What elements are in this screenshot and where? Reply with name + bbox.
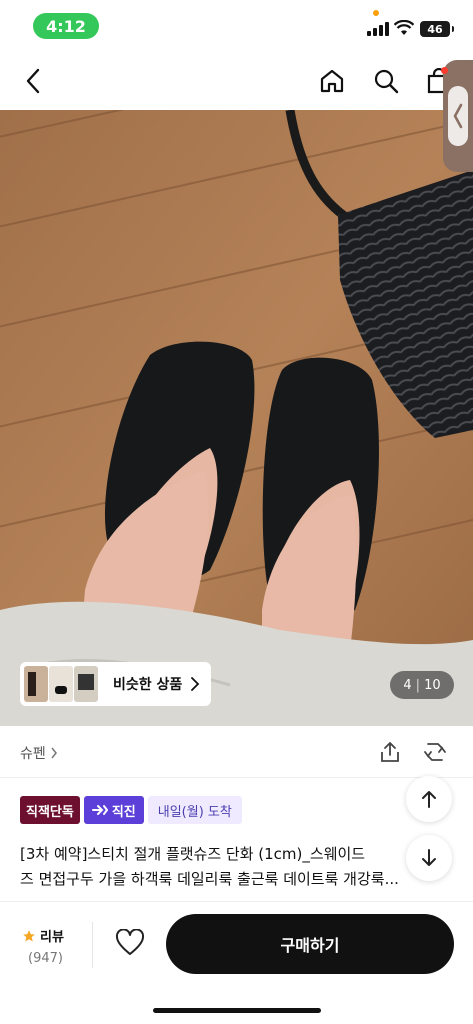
review-summary[interactable]: 리뷰 (947) (22, 926, 82, 966)
divider (92, 922, 93, 968)
review-heading: 리뷰 (22, 926, 82, 945)
star-icon (23, 929, 35, 942)
compare-icon[interactable] (422, 740, 448, 764)
wifi-icon (394, 20, 414, 35)
privacy-indicator-dot (373, 10, 379, 16)
review-count: (947) (28, 951, 63, 966)
signal-icon (367, 22, 389, 36)
similar-products-label: 비슷한 상품 (113, 677, 183, 693)
heart-icon[interactable] (115, 929, 145, 957)
arrow-down-icon (422, 849, 436, 866)
direct-shipping-label: 직진 (111, 804, 136, 820)
side-drawer-handle[interactable] (443, 60, 473, 172)
top-nav-bar (0, 52, 473, 110)
scroll-down-button[interactable] (406, 835, 452, 881)
exclusive-badge: 직잭단독 (20, 796, 80, 824)
delivery-date-badge: 내일(월) 도착 (147, 796, 242, 824)
similar-product-thumbnail (74, 666, 98, 702)
brand-link[interactable]: 슈펜 (20, 743, 58, 763)
bottom-action-bar: 리뷰 (947) 구매하기 (0, 901, 473, 1024)
page-separator: | (415, 677, 421, 693)
direct-shipping-badge: 직진 (83, 796, 144, 824)
share-icon[interactable] (378, 740, 402, 764)
current-page: 4 (403, 677, 412, 693)
badge-row: 직잭단독 직진 내일(월) 도착 (20, 796, 242, 824)
brand-name: 슈펜 (20, 746, 46, 762)
chevron-right-icon (191, 677, 200, 691)
search-button[interactable] (371, 66, 401, 96)
scroll-to-top-button[interactable] (406, 776, 452, 822)
home-button[interactable] (317, 66, 347, 96)
product-title-line-2: 즈 면접구두 가을 하객룩 데일리룩 출근룩 데이트룩 개강룩... (20, 870, 399, 888)
similar-product-thumbnail (49, 666, 73, 702)
brand-row: 슈펜 (0, 726, 473, 778)
home-icon (320, 69, 344, 93)
similar-product-thumbnail (24, 666, 48, 702)
search-icon (374, 69, 399, 94)
status-bar: 4:12 46 (0, 0, 473, 52)
product-title-line-1: [3차 예약]스티치 절개 플랫슈즈 단화 (1cm)_스웨이드 (20, 845, 366, 863)
status-time: 4:12 (33, 13, 99, 39)
chevron-left-icon (453, 103, 463, 129)
product-title: [3차 예약]스티치 절개 플랫슈즈 단화 (1cm)_스웨이드 즈 면접구두 … (20, 842, 450, 892)
cart-notification-dot (441, 67, 448, 74)
side-drawer-chevron (448, 86, 468, 146)
product-image-gallery[interactable] (0, 110, 473, 726)
buy-button[interactable]: 구매하기 (166, 914, 454, 974)
chevron-right-icon (51, 747, 57, 759)
product-detail-screen: 4:12 46 비슷한 상품 4 | 10 슈펜 직잭단독 직진 내일(월) 도… (0, 0, 473, 1024)
battery-icon: 46 (420, 21, 454, 37)
chevron-left-icon (26, 68, 40, 94)
product-photo (0, 110, 473, 726)
similar-products-button[interactable]: 비슷한 상품 (20, 662, 211, 706)
image-page-counter: 4 | 10 (390, 671, 454, 699)
back-button[interactable] (18, 66, 48, 96)
arrow-up-icon (422, 791, 436, 808)
fast-delivery-icon (91, 805, 108, 815)
total-pages: 10 (424, 677, 441, 693)
home-indicator (153, 1008, 321, 1013)
review-label: 리뷰 (40, 930, 64, 945)
